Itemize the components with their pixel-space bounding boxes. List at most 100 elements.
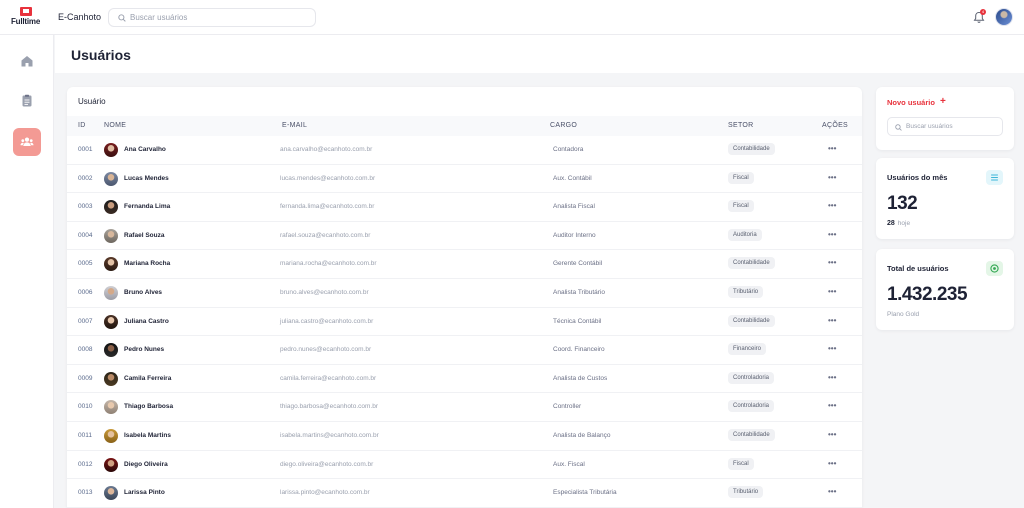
user-name[interactable]: Larissa Pinto (124, 489, 165, 496)
table-title: Usuário (78, 97, 106, 106)
user-email[interactable]: thiago.barbosa@ecanhoto.com.br (280, 403, 378, 410)
search-input[interactable]: Buscar usuários (108, 8, 316, 27)
more-actions-icon[interactable]: ••• (828, 145, 836, 153)
user-name[interactable]: Rafael Souza (124, 232, 164, 239)
table-row[interactable]: 0011 Isabela Martins isabela.martins@ecanh… (67, 422, 862, 451)
table-row[interactable]: 0006 Bruno Alves bruno.alves@ecanhoto.com.… (67, 279, 862, 308)
notification-count-badge: 4 (980, 9, 986, 15)
sector-badge: Contabilidade (728, 143, 775, 155)
user-avatar[interactable] (995, 8, 1013, 26)
user-name[interactable]: Pedro Nunes (124, 346, 164, 353)
more-actions-icon[interactable]: ••• (828, 288, 836, 296)
user-cargo: Gerente Contábil (553, 260, 603, 268)
user-email[interactable]: isabela.martins@ecanhoto.com.br (280, 432, 379, 439)
user-email[interactable]: rafael.souza@ecanhoto.com.br (280, 232, 370, 239)
monthly-users-card: Usuários do mês 132 28 hoje (876, 158, 1014, 239)
sidebar-item-home[interactable] (13, 47, 41, 75)
user-search-input[interactable]: Buscar usuários (887, 117, 1003, 136)
avatar (104, 457, 118, 472)
user-name[interactable]: Mariana Rocha (124, 260, 170, 267)
user-email[interactable]: lucas.mendes@ecanhoto.com.br (280, 175, 375, 182)
sidebar-item-documents[interactable] (13, 87, 41, 115)
user-email[interactable]: larissa.pinto@ecanhoto.com.br (280, 489, 370, 496)
user-id: 0007 (78, 317, 93, 325)
user-name[interactable]: Isabela Martins (124, 432, 171, 439)
user-email[interactable]: mariana.rocha@ecanhoto.com.br (280, 260, 377, 267)
user-name[interactable]: Fernanda Lima (124, 203, 170, 210)
column-header-setor[interactable]: SETOR (728, 122, 754, 129)
sector-badge: Controladoria (728, 371, 775, 384)
more-actions-icon[interactable]: ••• (828, 173, 836, 181)
user-cargo: Analista de Custos (553, 374, 608, 382)
user-name[interactable]: Thiago Barbosa (124, 403, 173, 410)
table-row[interactable]: 0010 Thiago Barbosa thiago.barbosa@ecanhot… (67, 393, 862, 422)
user-id: 0003 (78, 203, 93, 211)
more-actions-icon[interactable]: ••• (828, 402, 836, 410)
avatar (104, 143, 118, 157)
notifications-button[interactable]: 4 (973, 9, 986, 24)
table-row[interactable]: 0004 Rafael Souza rafael.souza@ecanhoto.co… (67, 222, 862, 251)
table-row[interactable]: 0007 Juliana Castro juliana.castro@ecanhot… (67, 308, 862, 337)
table-row[interactable]: 0008 Pedro Nunes pedro.nunes@ecanhoto.com.… (67, 336, 862, 365)
more-actions-icon[interactable]: ••• (828, 230, 836, 238)
today-users-value: 28 (887, 220, 895, 227)
brand-logo[interactable]: Fulltime (11, 7, 43, 29)
search-icon (895, 124, 902, 131)
table-row[interactable]: 0001 Ana Carvalho ana.carvalho@ecanhoto.co… (67, 136, 862, 165)
total-users-card: Total de usuários 1.432.235 Plano Gold (876, 249, 1014, 330)
search-placeholder: Buscar usuários (130, 13, 188, 22)
table-row[interactable]: 0002 Lucas Mendes lucas.mendes@ecanhoto.co… (67, 165, 862, 194)
column-header-id[interactable]: ID (78, 122, 86, 129)
user-name[interactable]: Juliana Castro (124, 318, 169, 325)
user-email[interactable]: juliana.castro@ecanhoto.com.br (280, 318, 373, 325)
user-email[interactable]: diego.oliveira@ecanhoto.com.br (280, 461, 373, 468)
column-header-name[interactable]: NOME (104, 122, 126, 129)
logo-text: Fulltime (11, 17, 41, 26)
more-actions-icon[interactable]: ••• (828, 459, 836, 467)
table-row[interactable]: 0009 Camila Ferreira camila.ferreira@ecanh… (67, 365, 862, 394)
user-name[interactable]: Camila Ferreira (124, 375, 171, 382)
top-bar: Fulltime E-Canhoto Buscar usuários 4 (0, 0, 1024, 35)
users-table-card: Usuário ID NOME E-MAIL CARGO SETOR AÇÕES… (67, 87, 862, 508)
user-name[interactable]: Ana Carvalho (124, 146, 166, 153)
user-email[interactable]: camila.ferreira@ecanhoto.com.br (280, 375, 376, 382)
user-id: 0004 (78, 231, 93, 239)
user-email[interactable]: pedro.nunes@ecanhoto.com.br (280, 346, 371, 353)
table-row[interactable]: 0005 Mariana Rocha mariana.rocha@ecanhoto.… (67, 250, 862, 279)
column-header-email[interactable]: E-MAIL (282, 122, 307, 129)
total-users-value: 1.432.235 (887, 284, 968, 305)
user-name[interactable]: Diego Oliveira (124, 461, 168, 468)
user-id: 0001 (78, 146, 93, 153)
avatar (104, 429, 118, 443)
sector-badge: Fiscal (728, 200, 754, 213)
user-email[interactable]: bruno.alves@ecanhoto.com.br (280, 289, 369, 296)
more-actions-icon[interactable]: ••• (828, 345, 836, 353)
new-user-button[interactable]: Novo usuário (887, 98, 935, 107)
sidebar-item-users[interactable] (13, 128, 41, 156)
sector-badge: Controladoria (728, 400, 775, 413)
more-actions-icon[interactable]: ••• (828, 259, 836, 267)
more-actions-icon[interactable]: ••• (828, 202, 836, 210)
user-cargo: Analista de Balanço (553, 432, 611, 439)
users-icon (20, 137, 34, 146)
user-cargo: Especialista Tributária (553, 489, 617, 497)
user-name[interactable]: Lucas Mendes (124, 175, 169, 182)
user-email[interactable]: ana.carvalho@ecanhoto.com.br (280, 146, 372, 153)
column-header-cargo[interactable]: CARGO (550, 122, 577, 129)
more-actions-icon[interactable]: ••• (828, 373, 836, 381)
sector-badge: Tributário (728, 286, 764, 298)
user-id: 0013 (78, 489, 93, 497)
user-email[interactable]: fernanda.lima@ecanhoto.com.br (280, 203, 374, 210)
plus-icon[interactable]: + (940, 96, 946, 107)
table-row[interactable]: 0013 Larissa Pinto larissa.pinto@ecanhoto.… (67, 479, 862, 508)
table-row[interactable]: 0012 Diego Oliveira diego.oliveira@ecanhot… (67, 451, 862, 480)
user-cargo: Contadora (553, 146, 584, 153)
table-row[interactable]: 0003 Fernanda Lima fernanda.lima@ecanhoto.… (67, 193, 862, 222)
more-actions-icon[interactable]: ••• (828, 431, 836, 439)
more-actions-icon[interactable]: ••• (828, 488, 836, 496)
user-cargo: Coord. Financeiro (553, 346, 605, 354)
user-name[interactable]: Bruno Alves (124, 289, 162, 296)
avatar (104, 371, 118, 386)
user-id: 0005 (78, 260, 93, 268)
more-actions-icon[interactable]: ••• (828, 316, 836, 324)
